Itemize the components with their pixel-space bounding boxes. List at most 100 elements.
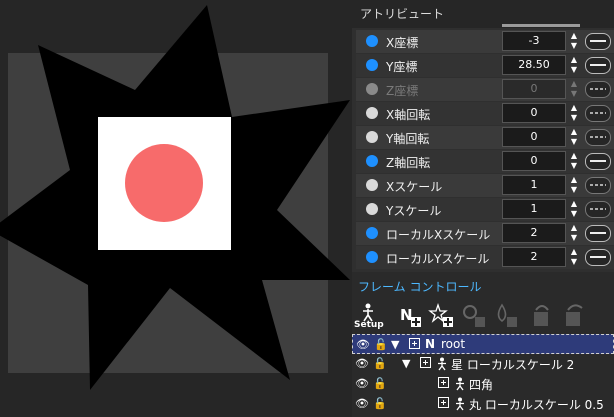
curve-toggle-button[interactable] — [585, 105, 611, 122]
key-indicator-icon[interactable] — [366, 131, 378, 143]
attribute-row: Xスケール 1 ▲ ▼ — [356, 174, 614, 197]
attribute-value-input[interactable]: 2 — [502, 247, 566, 267]
key-indicator-icon[interactable] — [366, 227, 378, 239]
attribute-label: ローカルXスケール — [386, 228, 491, 242]
spin-arrows-icon[interactable]: ▲ ▼ — [568, 103, 580, 124]
eye-icon[interactable]: 👁 — [355, 377, 369, 390]
key-indicator-icon[interactable] — [366, 155, 378, 167]
attribute-row: Y座標 28.50 ▲ ▼ — [356, 54, 614, 77]
spin-arrows-icon[interactable]: ▲ ▼ — [568, 199, 580, 220]
add-node-button[interactable]: N — [396, 302, 424, 330]
circle-shape[interactable] — [125, 144, 203, 222]
add-circle-button[interactable] — [460, 302, 488, 330]
tree-row[interactable]: 👁 🔓 丸 ローカルスケール 0.5 — [352, 394, 614, 414]
attribute-label: Y軸回転 — [386, 132, 430, 146]
curve-toggle-button[interactable] — [585, 129, 611, 146]
figure-icon — [438, 357, 446, 371]
attribute-row: Y軸回転 0 ▲ ▼ — [356, 126, 614, 149]
spin-arrows-icon[interactable]: ▲ ▼ — [568, 79, 580, 100]
attributes-title: アトリビュート — [360, 7, 445, 21]
tree-row[interactable]: 👁 🔓 ▼ Nroot — [352, 334, 614, 354]
node-label: 星 ローカルスケール 2 — [451, 358, 575, 372]
spin-arrows-icon[interactable]: ▲ ▼ — [568, 247, 580, 268]
curve-toggle-button[interactable] — [585, 33, 611, 50]
attribute-row: ローカルYスケール 2 ▲ ▼ — [356, 246, 614, 269]
eye-icon[interactable]: 👁 — [356, 338, 370, 351]
curve-toggle-button[interactable] — [585, 81, 611, 98]
attribute-value-input[interactable]: 0 — [502, 151, 566, 171]
curve-toggle-button[interactable] — [585, 249, 611, 266]
text-rotate-button[interactable] — [528, 302, 556, 330]
lock-icon[interactable]: 🔓 — [373, 397, 387, 410]
curve-toggle-button[interactable] — [585, 57, 611, 74]
attribute-row: X軸回転 0 ▲ ▼ — [356, 102, 614, 125]
expand-box-icon[interactable] — [438, 397, 449, 408]
add-star-button[interactable] — [428, 302, 456, 330]
attribute-row: Z軸回転 0 ▲ ▼ — [356, 150, 614, 173]
frame-control-title: フレーム コントロール — [358, 280, 482, 294]
frame-toolbar: Setup N — [352, 300, 614, 332]
eye-icon[interactable]: 👁 — [355, 397, 369, 410]
text-rotate-icon — [534, 305, 549, 326]
tree-row[interactable]: 👁 🔓 四角 — [352, 374, 614, 394]
key-indicator-icon[interactable] — [366, 35, 378, 47]
attribute-row: X座標 -3 ▲ ▼ — [356, 30, 614, 53]
attributes-header: アトリビュート — [352, 0, 614, 28]
setup-button[interactable]: Setup — [354, 302, 384, 330]
curve-toggle-button[interactable] — [585, 225, 611, 242]
attribute-value-input[interactable]: 0 — [502, 79, 566, 99]
expand-triangle-icon[interactable]: ▼ — [391, 338, 399, 351]
key-indicator-icon[interactable] — [366, 107, 378, 119]
lock-icon[interactable]: 🔓 — [373, 377, 387, 390]
attributes-panel: アトリビュート X座標 -3 ▲ ▼ Y座標 28.50 ▲ ▼ Z座標 0 ▲ ▼ X軸回転 0 ▲ ▼ Y軸… — [352, 0, 614, 272]
attribute-label: Xスケール — [386, 180, 443, 194]
star-add-icon — [428, 302, 453, 327]
attribute-value-input[interactable]: 28.50 — [502, 55, 566, 75]
frame-control-panel: フレーム コントロール Setup N 👁 🔓 ▼ N root 👁 🔓 ▼ 星… — [352, 272, 614, 417]
eye-icon[interactable]: 👁 — [355, 357, 369, 370]
scroll-indicator — [502, 24, 580, 27]
key-indicator-icon[interactable] — [366, 83, 378, 95]
spin-arrows-icon[interactable]: ▲ ▼ — [568, 55, 580, 76]
attribute-label: Y座標 — [386, 60, 418, 74]
expand-triangle-icon[interactable]: ▼ — [402, 357, 410, 370]
attribute-label: Z座標 — [386, 84, 419, 98]
spin-arrows-icon[interactable]: ▲ ▼ — [568, 175, 580, 196]
attribute-value-input[interactable]: 1 — [502, 175, 566, 195]
attribute-value-input[interactable]: 0 — [502, 127, 566, 147]
expand-box-icon[interactable] — [438, 377, 449, 388]
attribute-label: X軸回転 — [386, 108, 431, 122]
canvas-viewport[interactable] — [0, 0, 350, 417]
spin-arrows-icon[interactable]: ▲ ▼ — [568, 151, 580, 172]
attribute-value-input[interactable]: 1 — [502, 199, 566, 219]
attribute-value-input[interactable]: 2 — [502, 223, 566, 243]
spin-arrows-icon[interactable]: ▲ ▼ — [568, 223, 580, 244]
add-shape-button[interactable] — [492, 302, 520, 330]
expand-box-icon[interactable] — [409, 338, 420, 349]
spin-arrows-icon[interactable]: ▲ ▼ — [568, 31, 580, 52]
text-redo-button[interactable] — [560, 302, 588, 330]
curve-toggle-button[interactable] — [585, 201, 611, 218]
text-redo-icon — [566, 304, 583, 326]
attribute-label: Z軸回転 — [386, 156, 431, 170]
tree-row[interactable]: 👁 🔓 ▼ 星 ローカルスケール 2 — [352, 354, 614, 374]
key-indicator-icon[interactable] — [366, 179, 378, 191]
lock-icon[interactable]: 🔓 — [374, 338, 388, 351]
figure-icon — [456, 397, 464, 411]
curve-toggle-button[interactable] — [585, 153, 611, 170]
attribute-row: Yスケール 1 ▲ ▼ — [356, 198, 614, 221]
figure-icon — [363, 303, 373, 322]
attribute-value-input[interactable]: 0 — [502, 103, 566, 123]
expand-box-icon[interactable] — [420, 357, 431, 368]
key-indicator-icon[interactable] — [366, 251, 378, 263]
attribute-value-input[interactable]: -3 — [502, 31, 566, 51]
setup-label: Setup — [354, 320, 384, 330]
curve-toggle-button[interactable] — [585, 177, 611, 194]
key-indicator-icon[interactable] — [366, 203, 378, 215]
canvas-drawing — [0, 5, 350, 390]
attribute-label: X座標 — [386, 36, 419, 50]
drop-add-icon — [497, 303, 517, 327]
key-indicator-icon[interactable] — [366, 59, 378, 71]
spin-arrows-icon[interactable]: ▲ ▼ — [568, 127, 580, 148]
lock-icon[interactable]: 🔓 — [373, 357, 387, 370]
